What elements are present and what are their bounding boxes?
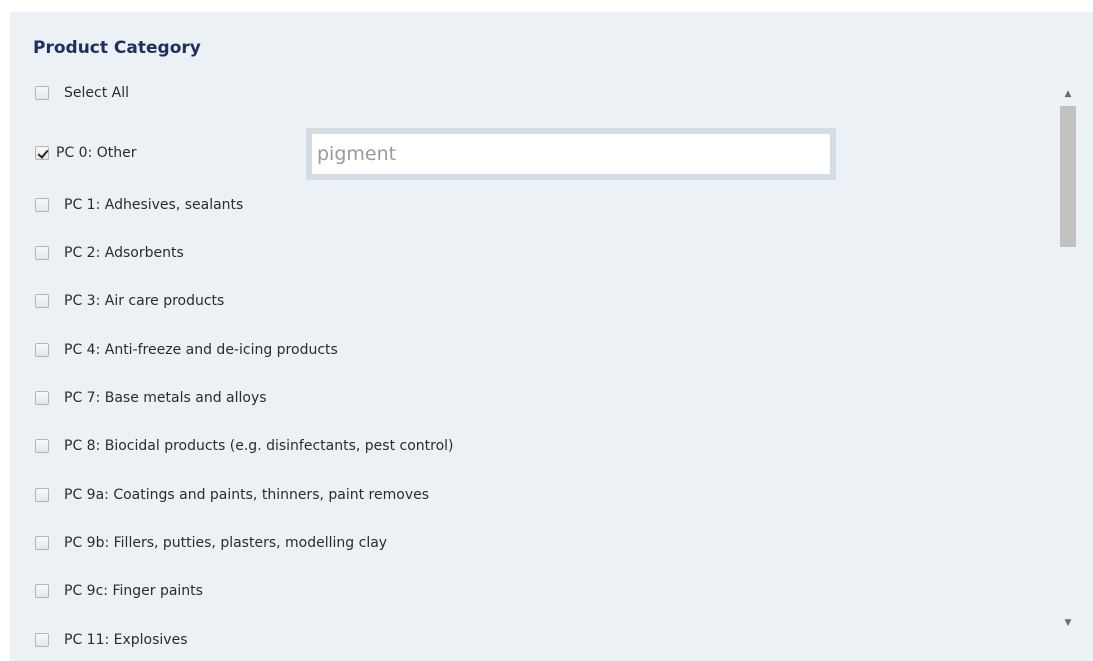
category-label: PC 3: Air care products [64,293,225,309]
category-option-pc2[interactable]: PC 2: Adsorbents [35,243,184,263]
scroll-up-arrow-icon[interactable]: ▲ [1056,84,1080,104]
category-label: PC 9b: Fillers, putties, plasters, model… [64,535,388,551]
category-label: PC 4: Anti-freeze and de-icing products [64,342,338,358]
category-label: PC 11: Explosives [64,632,188,648]
product-category-panel: Product Category Select All PC 0: Other … [10,12,1093,661]
category-label: PC 9c: Finger paints [64,583,203,599]
scroll-down-arrow-icon[interactable]: ▼ [1056,613,1080,633]
category-option-pc3[interactable]: PC 3: Air care products [35,291,224,311]
category-option-pc9b[interactable]: PC 9b: Fillers, putties, plasters, model… [35,533,387,553]
select-all-option[interactable]: Select All [35,83,129,103]
category-option-pc8[interactable]: PC 8: Biocidal products (e.g. disinfecta… [35,436,454,456]
category-checkbox-pc8[interactable] [35,439,49,453]
category-checkbox-pc4[interactable] [35,343,49,357]
category-label: PC 0: Other [56,145,137,161]
category-option-pc9a[interactable]: PC 9a: Coatings and paints, thinners, pa… [35,485,429,505]
select-all-label: Select All [64,85,129,101]
vertical-scrollbar[interactable]: ▲ ▼ [1056,78,1080,656]
category-checkbox-pc3[interactable] [35,294,49,308]
category-option-pc1[interactable]: PC 1: Adhesives, sealants [35,195,243,215]
category-checkbox-pc9b[interactable] [35,536,49,550]
category-option-pc11[interactable]: PC 11: Explosives [35,630,188,650]
category-option-pc4[interactable]: PC 4: Anti-freeze and de-icing products [35,340,338,360]
category-checkbox-pc2[interactable] [35,246,49,260]
category-option-pc7[interactable]: PC 7: Base metals and alloys [35,388,267,408]
category-checkbox-pc9c[interactable] [35,584,49,598]
category-checkbox-pc0[interactable] [35,146,49,160]
category-checkbox-pc11[interactable] [35,633,49,647]
scroll-thumb[interactable] [1060,106,1076,247]
category-label: PC 9a: Coatings and paints, thinners, pa… [64,487,430,503]
category-checkbox-pc7[interactable] [35,391,49,405]
panel-title: Product Category [33,38,201,58]
category-option-pc9c[interactable]: PC 9c: Finger paints [35,581,203,601]
category-checkbox-pc9a[interactable] [35,488,49,502]
select-all-checkbox[interactable] [35,86,49,100]
category-checkbox-pc1[interactable] [35,198,49,212]
category-label: PC 2: Adsorbents [64,245,184,261]
other-category-input[interactable] [312,134,830,174]
category-label: PC 8: Biocidal products (e.g. disinfecta… [64,438,454,454]
category-label: PC 7: Base metals and alloys [64,390,267,406]
category-label: PC 1: Adhesives, sealants [64,197,244,213]
category-option-pc0[interactable]: PC 0: Other [35,143,137,163]
other-category-input-wrapper [306,128,836,180]
